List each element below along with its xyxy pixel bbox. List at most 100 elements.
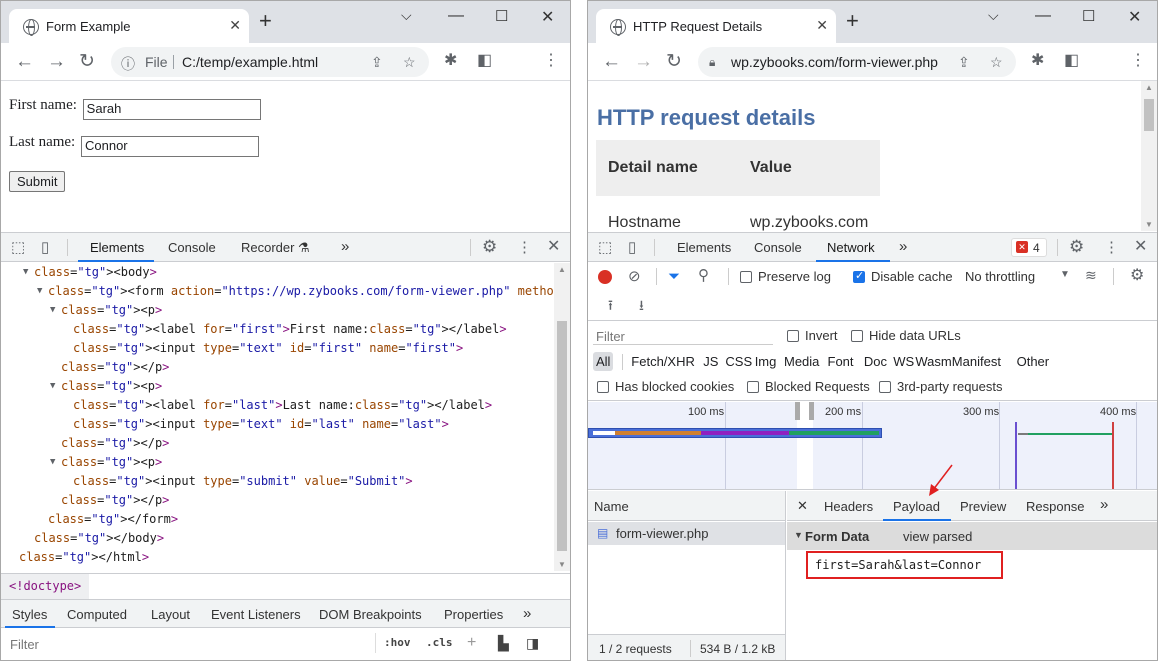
type-filter-doc[interactable]: Doc (861, 352, 890, 371)
scroll-down-arrow[interactable]: ▼ (1145, 220, 1153, 229)
address-url[interactable]: wp.zybooks.com/form-viewer.php (731, 54, 938, 70)
timeline-overview[interactable]: 100 ms 200 ms 300 ms 400 ms (588, 402, 1157, 490)
tab-properties[interactable]: Properties (444, 607, 503, 622)
import-har-icon[interactable]: ⭱ (608, 298, 613, 313)
more-tabs-icon[interactable]: » (523, 605, 531, 622)
type-filter-fetch-xhr[interactable]: Fetch/XHR (628, 352, 698, 371)
close-details-icon[interactable]: ✕ (797, 498, 808, 514)
reload-button[interactable]: ↻ (666, 52, 682, 71)
type-filter-manifest[interactable]: Manifest (949, 352, 1004, 371)
minimize-button[interactable]: — (1035, 7, 1051, 25)
back-button[interactable]: ← (602, 52, 621, 71)
close-devtools-icon[interactable]: ✕ (547, 239, 560, 255)
record-icon[interactable] (598, 270, 612, 284)
dom-tree-line[interactable]: class="tg"></p> (61, 358, 169, 377)
share-icon[interactable]: ⇪ (958, 54, 970, 71)
type-filter-font[interactable]: Font (825, 352, 857, 371)
extensions-icon[interactable]: ✱ (1031, 53, 1044, 69)
extensions-icon[interactable]: ✱ (444, 53, 457, 69)
reload-button[interactable]: ↻ (79, 52, 95, 71)
more-tabs-icon[interactable]: » (1100, 496, 1108, 513)
maximize-button[interactable]: ☐ (495, 7, 508, 25)
request-row-selected[interactable]: ▤ form-viewer.php (588, 522, 785, 545)
checkbox-checked[interactable] (853, 269, 865, 283)
tab-preview[interactable]: Preview (960, 499, 1006, 514)
tab-styles[interactable]: Styles (12, 607, 47, 622)
checkbox[interactable] (740, 271, 752, 283)
tab-console[interactable]: Console (754, 240, 802, 255)
scrollbar-thumb[interactable] (557, 321, 567, 551)
expand-triangle-icon[interactable]: ▼ (50, 453, 55, 472)
forward-button[interactable]: → (47, 52, 66, 71)
address-url[interactable]: C:/temp/example.html (182, 54, 318, 70)
network-filter-input[interactable]: Filter (593, 325, 773, 345)
cls-toggle[interactable]: .cls (426, 636, 453, 649)
type-filter-other[interactable]: Other (1014, 352, 1053, 371)
dom-tree-line[interactable]: ▼ class="tg"><body> (23, 263, 157, 282)
tab-console[interactable]: Console (168, 240, 216, 255)
throttling-select[interactable]: No throttling (965, 269, 1035, 284)
expand-triangle-icon[interactable]: ▼ (23, 263, 28, 282)
has-blocked-cookies-checkbox[interactable]: Has blocked cookies (597, 379, 734, 394)
inspect-element-icon[interactable]: ⬚ (11, 240, 25, 255)
side-panel-icon[interactable]: ◧ (1064, 53, 1079, 69)
checkbox[interactable] (851, 330, 863, 342)
search-icon[interactable]: ⚲ (698, 268, 709, 283)
tab-headers[interactable]: Headers (824, 499, 873, 514)
close-devtools-icon[interactable]: ✕ (1134, 239, 1147, 255)
more-tabs-icon[interactable]: » (899, 238, 907, 255)
invert-checkbox[interactable]: Invert (787, 328, 838, 343)
checkbox[interactable] (787, 330, 799, 342)
scroll-down-arrow[interactable]: ▼ (558, 560, 566, 569)
hide-data-urls-checkbox[interactable]: Hide data URLs (851, 328, 961, 343)
new-tab-button[interactable]: + (259, 10, 272, 32)
share-icon[interactable]: ⇪ (371, 54, 383, 71)
network-conditions-icon[interactable]: ≋ (1085, 268, 1097, 283)
dom-tree-line[interactable]: ▼ class="tg"><p> (50, 453, 162, 472)
checkbox[interactable] (879, 381, 891, 393)
chevron-down-icon[interactable]: ▼ (1060, 269, 1070, 280)
info-icon[interactable]: ⓘ (121, 54, 135, 74)
tab-close-icon[interactable]: ✕ (816, 17, 828, 34)
expand-triangle-icon[interactable]: ▼ (50, 301, 55, 320)
tab-event-listeners[interactable]: Event Listeners (211, 607, 301, 622)
address-bar[interactable]: ⓘ File C:/temp/example.html ⇪ ☆ (111, 47, 429, 77)
checkbox[interactable] (747, 381, 759, 393)
form-data-section-header[interactable]: ▼ Form Data view parsed (787, 522, 1157, 550)
side-panel-icon[interactable]: ◧ (477, 53, 492, 69)
blocked-requests-checkbox[interactable]: Blocked Requests (747, 379, 870, 394)
new-tab-button[interactable]: + (846, 10, 859, 32)
last-name-input[interactable]: Connor (80, 136, 259, 157)
tab-response[interactable]: Response (1026, 499, 1085, 514)
tab-close-icon[interactable]: ✕ (229, 17, 241, 34)
scroll-up-arrow[interactable]: ▲ (1145, 83, 1153, 92)
minimize-button[interactable]: — (448, 7, 464, 25)
settings-gear-icon[interactable]: ⚙ (482, 238, 497, 255)
browser-tab[interactable]: HTTP Request Details ✕ (596, 9, 836, 43)
tab-payload[interactable]: Payload (893, 499, 940, 514)
tab-layout[interactable]: Layout (151, 607, 190, 622)
tab-elements[interactable]: Elements (90, 240, 144, 255)
inspect-element-icon[interactable]: ⬚ (598, 240, 612, 255)
tab-recorder[interactable]: Recorder (241, 240, 294, 255)
type-filter-js[interactable]: JS (700, 352, 721, 371)
checkbox[interactable] (597, 381, 609, 393)
toggle-sidebar-icon[interactable]: ◨ (526, 635, 539, 652)
dom-tree-line[interactable]: class="tg"></body> (34, 529, 164, 548)
dom-tree-line[interactable]: class="tg"><input type="text" id="last" … (73, 415, 449, 434)
dom-tree-line[interactable]: class="tg"><label for="first">First name… (73, 320, 507, 339)
dom-tree-line[interactable]: class="tg"><input type="text" id="first"… (73, 339, 463, 358)
device-toolbar-icon[interactable]: ▯ (41, 240, 49, 255)
preserve-log-checkbox[interactable]: Preserve log (740, 269, 831, 284)
disable-cache-checkbox[interactable]: Disable cache (853, 269, 953, 284)
request-name[interactable]: form-viewer.php (616, 526, 708, 541)
breadcrumb[interactable]: <!doctype> (1, 574, 90, 599)
type-filter-all[interactable]: All (593, 352, 614, 371)
menu-icon[interactable]: ⋮ (1130, 53, 1146, 69)
tab-search-icon[interactable]: ⌵ (988, 7, 999, 24)
styles-filter-input[interactable]: Filter (10, 637, 39, 652)
close-window-button[interactable]: ✕ (541, 7, 554, 27)
expand-triangle-icon[interactable]: ▼ (50, 377, 55, 396)
export-har-icon[interactable]: ⭳ (639, 298, 644, 313)
more-tabs-icon[interactable]: » (341, 238, 349, 255)
